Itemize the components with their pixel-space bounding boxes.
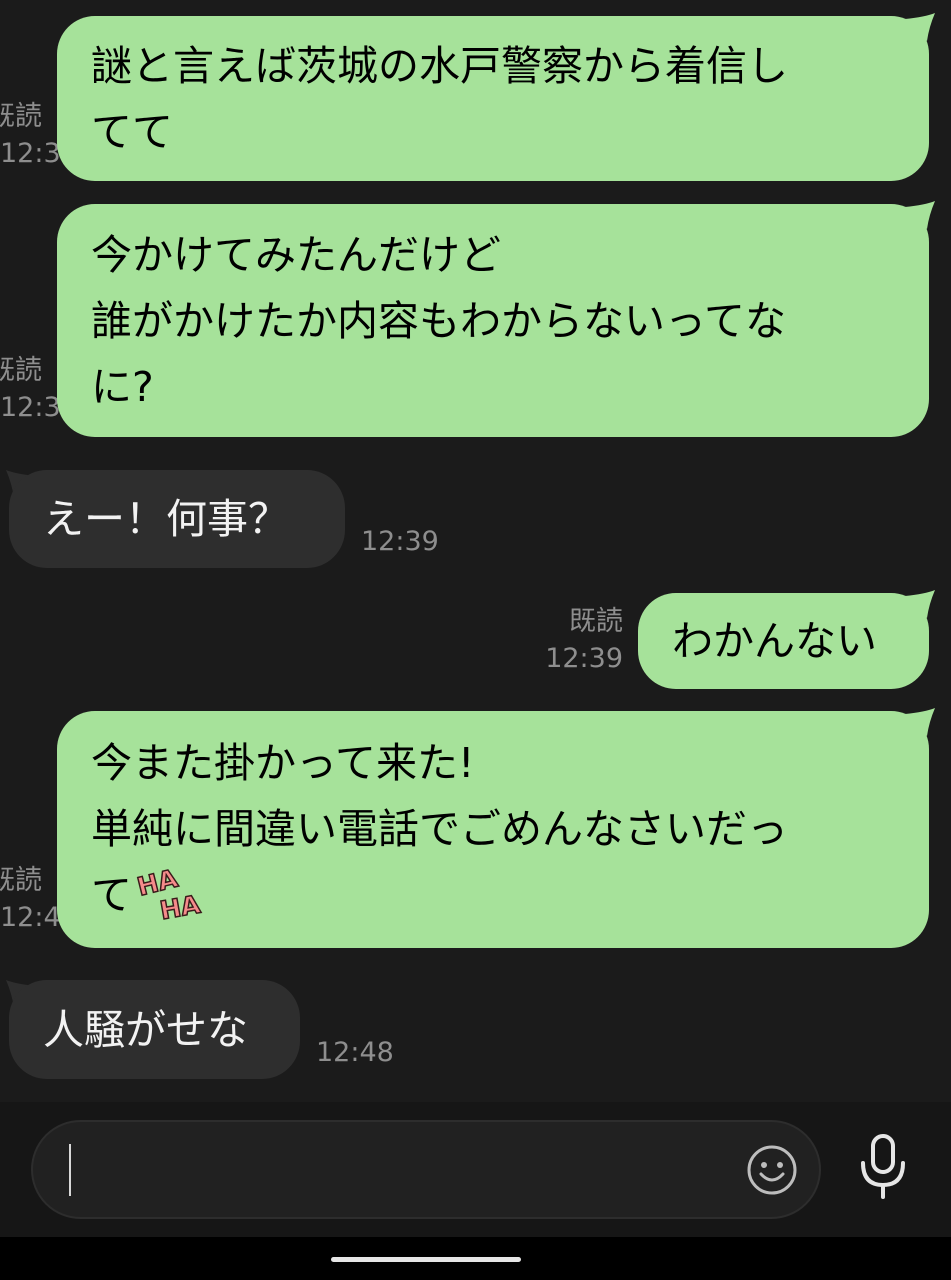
message-bubble[interactable]: 謎と言えば茨城の水戸警察から着信し てて	[57, 16, 929, 181]
message-meta: 既読 12:39	[0, 352, 78, 426]
message-time: 12:39	[545, 643, 623, 674]
microphone-icon[interactable]	[858, 1133, 908, 1201]
message-meta: 既読 12:38	[0, 98, 78, 172]
message-line: わかんない	[672, 617, 877, 665]
read-receipt: 既読	[0, 865, 42, 896]
smile-icon[interactable]	[746, 1144, 798, 1196]
bubble-tail	[905, 201, 935, 229]
message-text: て	[91, 871, 132, 919]
haha-sticker-icon: HA HA	[134, 863, 204, 922]
message-line: 人騒がせな	[43, 1006, 248, 1054]
chat-area: 既読 12:38 謎と言えば茨城の水戸警察から着信し てて 既読 12:39 今…	[0, 0, 951, 1100]
read-receipt: 既読	[0, 101, 42, 132]
message-incoming[interactable]: 人騒がせな 12:48	[0, 970, 951, 1085]
message-line: 今かけてみたんだけど	[91, 231, 501, 279]
text-caret	[69, 1144, 71, 1196]
message-line: て HA HA	[91, 862, 899, 928]
composer-bar	[0, 1102, 951, 1237]
bubble-tail	[905, 590, 935, 618]
message-time: 12:48	[316, 1037, 394, 1068]
message-line: えー！何事？	[43, 495, 289, 543]
message-bubble[interactable]: 今かけてみたんだけど 誰がかけたか内容もわからないってな に?	[57, 204, 929, 437]
system-nav-bar	[0, 1237, 951, 1280]
message-line: 誰がかけたか内容もわからないってな	[91, 297, 786, 345]
message-line: 今また掛かって来た!	[91, 739, 475, 787]
message-outgoing[interactable]: 既読 12:39 今かけてみたんだけど 誰がかけたか内容もわからないってな に?	[0, 190, 951, 440]
message-outgoing[interactable]: 既読 12:39 わかんない	[0, 585, 951, 695]
bubble-tail	[905, 13, 935, 41]
message-bubble[interactable]: 人騒がせな	[9, 980, 300, 1079]
message-time: 12:38	[0, 138, 78, 169]
message-input[interactable]	[31, 1120, 821, 1219]
message-time: 12:41	[0, 902, 78, 933]
message-outgoing[interactable]: 既読 12:38 謎と言えば茨城の水戸警察から着信し てて	[0, 0, 951, 190]
message-time: 12:39	[361, 526, 439, 557]
home-indicator[interactable]	[331, 1257, 521, 1262]
message-line: てて	[91, 108, 173, 156]
message-meta: 既読 12:41	[0, 862, 78, 936]
message-outgoing[interactable]: 既読 12:41 今また掛かって来た! 単純に間違い電話でごめんなさいだっ て …	[0, 700, 951, 955]
message-incoming[interactable]: えー！何事？ 12:39	[0, 460, 951, 575]
read-receipt: 既読	[569, 606, 623, 637]
message-time: 12:39	[0, 392, 78, 423]
message-line: 単純に間違い電話でごめんなさいだっ	[91, 805, 788, 853]
message-meta: 既読 12:39	[540, 603, 623, 677]
message-line: 謎と言えば茨城の水戸警察から着信し	[91, 42, 788, 90]
read-receipt: 既読	[0, 355, 42, 386]
message-bubble[interactable]: 今また掛かって来た! 単純に間違い電話でごめんなさいだっ て HA HA	[57, 711, 929, 948]
message-bubble[interactable]: わかんない	[638, 593, 929, 689]
bubble-tail	[905, 708, 935, 736]
message-bubble[interactable]: えー！何事？	[9, 470, 345, 568]
message-line: に?	[91, 363, 154, 411]
